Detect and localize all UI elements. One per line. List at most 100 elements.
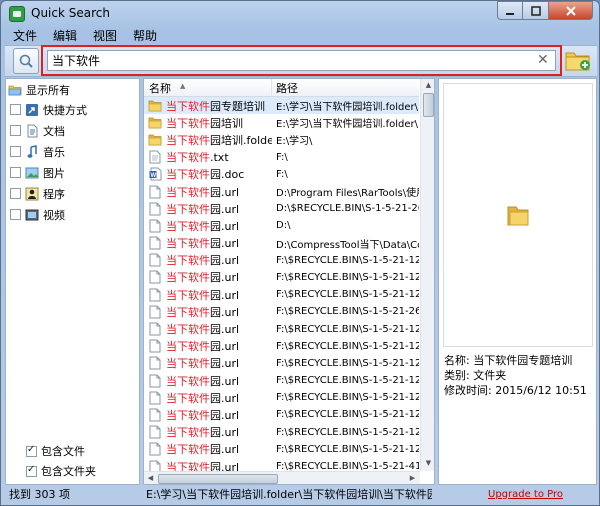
maximize-button[interactable] (523, 1, 549, 20)
file-path-cell: F:\$RECYCLE.BIN\S-1-5-21-12379 (276, 357, 419, 369)
category-checkbox[interactable] (10, 188, 21, 199)
table-row[interactable]: 当下软件园.url F:\$RECYCLE.BIN\S-1-5-21-12379 (144, 424, 419, 441)
file-name-cell: 当下软件园培训 (144, 115, 272, 131)
file-name-cell: 当下软件.txt (144, 149, 272, 165)
scroll-right-icon[interactable]: ▶ (406, 472, 419, 484)
vertical-scroll-thumb[interactable] (423, 93, 434, 117)
table-row[interactable]: 当下软件园培训.folder E:\学习\ (144, 131, 419, 148)
include-option[interactable]: 包含文件夹 (26, 461, 138, 481)
show-all-item[interactable]: 显示所有 (8, 81, 138, 98)
file-name-rest: 园.url (210, 305, 240, 319)
list-header: 名称 ▲ 路径 (144, 79, 419, 97)
table-row[interactable]: 当下软件园.url F:\$RECYCLE.BIN\S-1-5-21-12379 (144, 406, 419, 423)
category-item[interactable]: 文档 (10, 120, 138, 141)
table-row[interactable]: 当下软件园.url F:\$RECYCLE.BIN\S-1-5-21-12379 (144, 441, 419, 458)
url-file-icon (148, 374, 162, 388)
file-name-rest: 园.url (210, 271, 240, 285)
word-doc-icon: W (148, 167, 162, 181)
url-file-icon (148, 408, 162, 422)
program-icon (25, 187, 39, 201)
category-checkbox[interactable] (10, 209, 21, 220)
file-name: 当下软件园.url (166, 407, 239, 423)
include-label: 包含文件夹 (41, 465, 96, 478)
scroll-down-icon[interactable]: ▼ (421, 457, 434, 470)
file-name-rest: 园培训.folder (210, 133, 272, 147)
file-name-rest: 园.url (210, 443, 240, 457)
file-name-cell: 当下软件园.url (144, 304, 272, 320)
table-row[interactable]: W 当下软件园.doc F:\ (144, 166, 419, 183)
category-item[interactable]: 图片 (10, 162, 138, 183)
table-row[interactable]: 当下软件园.url D:\$RECYCLE.BIN\S-1-5-21-26569 (144, 200, 419, 217)
table-row[interactable]: 当下软件园.url F:\$RECYCLE.BIN\S-1-5-21-12379 (144, 389, 419, 406)
file-name-rest: 园.url (210, 202, 240, 216)
file-name-rest: 园.url (210, 426, 240, 440)
match-highlight: 当下软件 (166, 99, 210, 113)
file-name: 当下软件园.url (166, 235, 239, 251)
upgrade-link[interactable]: Upgrade to Pro (488, 489, 563, 500)
table-row[interactable]: 当下软件园培训 E:\学习\当下软件园培训.folder\ (144, 114, 419, 131)
column-name-header[interactable]: 名称 ▲ (144, 79, 272, 96)
add-folder-button[interactable] (564, 47, 592, 73)
file-name: 当下软件园.doc (166, 166, 244, 182)
table-row[interactable]: 当下软件园.url D:\ (144, 217, 419, 234)
menu-view[interactable]: 视图 (85, 27, 125, 44)
table-row[interactable]: 当下软件园专题培训 E:\学习\当下软件园培训.folder\当 (144, 97, 419, 115)
folder-open-icon (8, 83, 22, 97)
file-name-rest: 园.url (210, 237, 240, 251)
scroll-up-icon[interactable]: ▲ (421, 79, 434, 92)
search-input[interactable] (47, 50, 556, 71)
horizontal-scroll-thumb[interactable] (158, 474, 278, 484)
file-path-cell: D:\Program Files\RarTools\使用说 (276, 188, 419, 200)
table-row[interactable]: 当下软件.txt F:\ (144, 149, 419, 166)
vertical-scrollbar[interactable]: ▲ ▼ (420, 79, 434, 471)
file-name-cell: 当下软件园.url (144, 269, 272, 285)
search-button[interactable] (13, 48, 39, 74)
maximize-icon (530, 5, 541, 16)
category-item[interactable]: 音乐 (10, 141, 138, 162)
table-row[interactable]: 当下软件园.url D:\CompressTool当下\Data\Compr (144, 235, 419, 252)
category-checkbox[interactable] (10, 125, 21, 136)
table-row[interactable]: 当下软件园.url D:\Program Files\RarTools\使用说 (144, 183, 419, 200)
preview-panel: 名称: 当下软件园专题培训 类别: 文件夹 修改时间: 2015/6/12 10… (438, 78, 597, 485)
include-checkbox[interactable] (26, 444, 37, 457)
table-row[interactable]: 当下软件园.url F:\$RECYCLE.BIN\S-1-5-21-12379 (144, 355, 419, 372)
include-option[interactable]: 包含文件 (26, 441, 138, 461)
menu-file[interactable]: 文件 (5, 27, 45, 44)
table-row[interactable]: 当下软件园.url F:\$RECYCLE.BIN\S-1-5-21-12379 (144, 372, 419, 389)
app-window: Quick Search 文件 编辑 视图 帮助 ✕ (0, 0, 600, 506)
table-row[interactable]: 当下软件园.url F:\$RECYCLE.BIN\S-1-5-21-12379 (144, 286, 419, 303)
category-item[interactable]: 视频 (10, 204, 138, 225)
file-name-cell: 当下软件园.url (144, 287, 272, 303)
include-checkbox[interactable] (26, 464, 37, 477)
menu-help[interactable]: 帮助 (125, 27, 165, 44)
file-name-rest: 园培训 (210, 116, 243, 130)
menu-edit[interactable]: 编辑 (45, 27, 85, 44)
close-button[interactable] (549, 1, 593, 20)
category-item[interactable]: 程序 (10, 183, 138, 204)
file-path-cell: F:\ (276, 168, 288, 180)
category-checkbox[interactable] (10, 146, 21, 157)
file-name: 当下软件园.url (166, 201, 239, 217)
url-file-icon (148, 339, 162, 353)
table-row[interactable]: 当下软件园.url F:\$RECYCLE.BIN\S-1-5-21-12379 (144, 252, 419, 269)
table-row[interactable]: 当下软件园.url F:\$RECYCLE.BIN\S-1-5-21-12379 (144, 320, 419, 337)
file-name-cell: W 当下软件园.doc (144, 166, 272, 182)
table-row[interactable]: 当下软件园.url F:\$RECYCLE.BIN\S-1-5-21-12379 (144, 338, 419, 355)
scroll-left-icon[interactable]: ◀ (144, 472, 157, 484)
file-name-rest: 园.url (210, 185, 240, 199)
minimize-button[interactable] (497, 1, 523, 20)
url-file-icon (148, 442, 162, 456)
category-item[interactable]: 快捷方式 (10, 99, 138, 120)
url-file-icon (148, 322, 162, 336)
clear-icon[interactable]: ✕ (537, 52, 551, 68)
horizontal-scrollbar[interactable]: ◀ ▶ (144, 471, 420, 484)
column-path-header[interactable]: 路径 (272, 79, 419, 96)
table-row[interactable]: 当下软件园.url F:\$RECYCLE.BIN\S-1-5-21-12379 (144, 269, 419, 286)
table-row[interactable]: 当下软件园.url F:\$RECYCLE.BIN\S-1-5-21-26569 (144, 303, 419, 320)
file-name-rest: 园.url (210, 254, 240, 268)
category-checkbox[interactable] (10, 104, 21, 115)
file-name: 当下软件园.url (166, 252, 239, 268)
category-checkbox[interactable] (10, 167, 21, 178)
url-file-icon (148, 425, 162, 439)
text-file-icon (148, 150, 162, 164)
